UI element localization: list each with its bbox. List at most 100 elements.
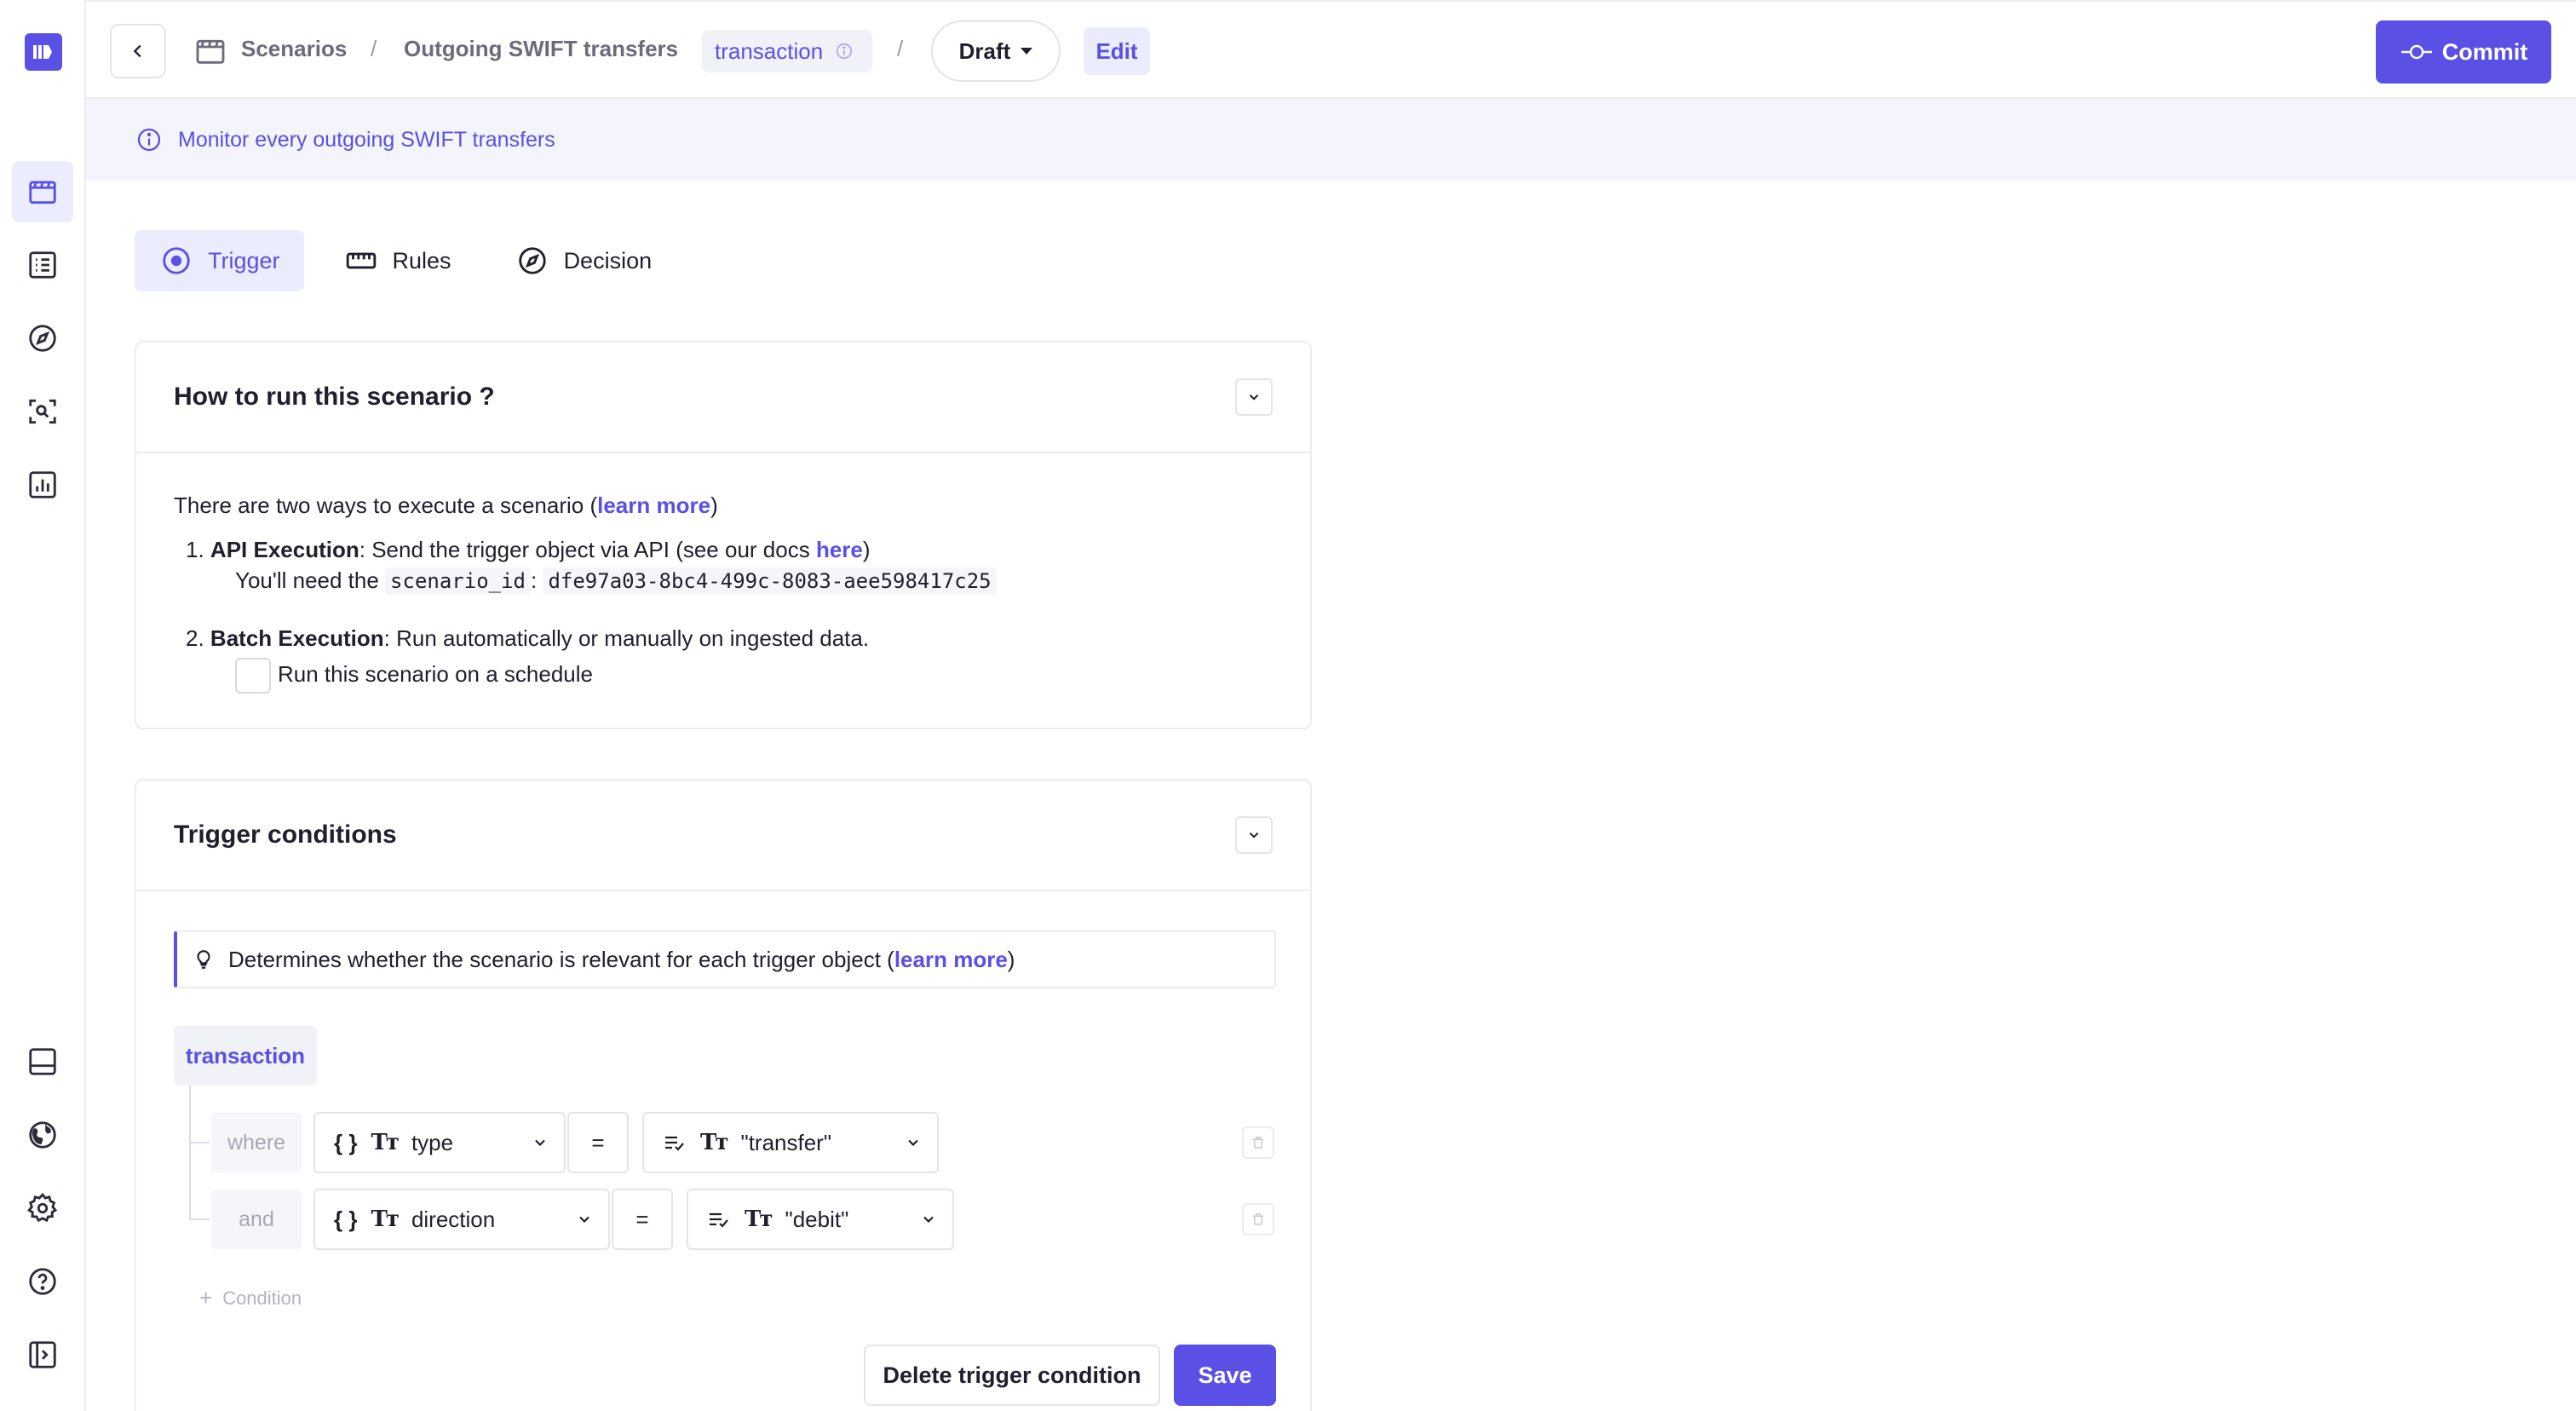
- nav-api[interactable]: [12, 1104, 73, 1166]
- nav-decisions[interactable]: [12, 308, 73, 369]
- plus-icon: +: [199, 1285, 213, 1310]
- list-icon: [29, 251, 56, 279]
- nav-help[interactable]: [12, 1251, 73, 1312]
- scenario-id-key: scenario_id: [385, 567, 531, 595]
- value-text: "debit": [785, 1206, 849, 1232]
- breadcrumb-separator: /: [371, 36, 377, 61]
- schedule-checkbox-label[interactable]: Run this scenario on a schedule: [278, 661, 593, 688]
- condition-keyword: and: [211, 1189, 302, 1249]
- hint-text: Determines whether the scenario is relev…: [228, 947, 1015, 973]
- text-type-icon: Tт: [371, 1207, 399, 1232]
- hint-prefix: Determines whether the scenario is relev…: [228, 946, 894, 972]
- card-header: Trigger conditions: [136, 780, 1310, 891]
- chevron-down-icon: [923, 1216, 934, 1224]
- chevron-down-icon: [1249, 395, 1259, 400]
- delete-condition-button[interactable]: [1242, 1126, 1274, 1159]
- breadcrumb-scenarios[interactable]: Scenarios: [241, 36, 347, 62]
- help-icon: [29, 1268, 56, 1295]
- text-type-icon: Tт: [371, 1130, 399, 1155]
- trigger-hint: Determines whether the scenario is relev…: [174, 930, 1276, 988]
- git-commit-icon: [2401, 44, 2432, 60]
- tree-line: [189, 1086, 191, 1220]
- condition-value-select[interactable]: Tт "transfer": [642, 1112, 939, 1173]
- learn-more-link[interactable]: learn more: [597, 492, 710, 518]
- delete-trigger-condition-button[interactable]: Delete trigger condition: [864, 1345, 1160, 1406]
- nav-scenarios[interactable]: [12, 161, 73, 222]
- schedule-checkbox[interactable]: [235, 658, 271, 694]
- compass-icon: [29, 325, 56, 352]
- nav-analytics[interactable]: [12, 454, 73, 515]
- breadcrumb-separator: /: [897, 36, 904, 61]
- collapse-button[interactable]: [1235, 816, 1273, 854]
- chevron-down-icon: [535, 1139, 545, 1147]
- commit-button[interactable]: Commit: [2376, 20, 2551, 84]
- tab-label: Rules: [392, 247, 451, 274]
- scenario-tabs: Trigger Rules Decision: [135, 230, 676, 291]
- execution-intro: There are two ways to execute a scenario…: [174, 492, 718, 519]
- value-text: "transfer": [740, 1129, 832, 1155]
- app-logo[interactable]: [25, 33, 62, 71]
- nav-case-manager[interactable]: [12, 381, 73, 442]
- api-execution-item: 1. API Execution: Send the trigger objec…: [186, 537, 871, 563]
- text-check-icon: [710, 1212, 728, 1228]
- docs-link[interactable]: here: [816, 537, 863, 562]
- intro-text: There are two ways to execute a scenario…: [174, 492, 598, 518]
- description-banner: Monitor every outgoing SWIFT transfers: [86, 99, 2576, 181]
- collapse-button[interactable]: [1235, 378, 1273, 416]
- batch-execution-text: : Run automatically or manually on inges…: [383, 625, 870, 651]
- breadcrumb-scenario-name[interactable]: Outgoing SWIFT transfers: [404, 36, 678, 62]
- globe-icon: [29, 1121, 56, 1149]
- chevron-left-icon: [133, 44, 141, 58]
- ruler-icon: [346, 252, 376, 269]
- condition-value-select[interactable]: Tт "debit": [687, 1189, 954, 1250]
- edit-mode-badge[interactable]: Edit: [1084, 27, 1150, 75]
- chevron-down-icon: [908, 1139, 918, 1147]
- learn-more-link[interactable]: learn more: [894, 947, 1008, 972]
- sidebar: [0, 0, 86, 1411]
- lightbulb-icon: [197, 950, 210, 969]
- version-select[interactable]: Draft: [931, 20, 1061, 82]
- nav-lists[interactable]: [12, 234, 73, 296]
- scenario-id-value[interactable]: dfe97a03-8bc4-499c-8083-aee598417c25: [543, 567, 997, 595]
- api-execution-title: API Execution: [210, 537, 359, 562]
- field-name: direction: [411, 1206, 496, 1232]
- back-button[interactable]: [110, 24, 166, 78]
- trigger-icon: [163, 247, 190, 274]
- info-icon: [837, 43, 853, 60]
- nav-data[interactable]: [12, 1031, 73, 1092]
- topbar: Scenarios / Outgoing SWIFT transfers tra…: [86, 0, 2576, 99]
- scenario-id-separator: :: [531, 567, 543, 593]
- scenario-id-prefix: You'll need the: [235, 567, 386, 593]
- text-type-icon: Tт: [700, 1130, 728, 1155]
- condition-operator[interactable]: =: [567, 1112, 629, 1173]
- trigger-object-pill: transaction: [174, 1026, 317, 1086]
- tab-trigger[interactable]: Trigger: [135, 230, 304, 291]
- text-check-icon: [665, 1136, 684, 1151]
- chart-icon: [29, 471, 56, 498]
- scenario-id-line: You'll need the scenario_id: dfe97a03-8b…: [235, 567, 997, 595]
- info-icon: [137, 128, 161, 152]
- tab-decision[interactable]: Decision: [491, 230, 676, 291]
- tab-rules[interactable]: Rules: [319, 230, 475, 291]
- trash-icon: [1253, 1137, 1263, 1149]
- intro-suffix: ): [710, 492, 718, 518]
- batch-execution-title: Batch Execution: [210, 625, 384, 651]
- tree-line: [189, 1142, 210, 1143]
- card-title: How to run this scenario ?: [174, 383, 495, 411]
- condition-operator[interactable]: =: [612, 1189, 673, 1250]
- logo-mark-icon: [33, 45, 52, 59]
- delete-condition-button[interactable]: [1242, 1203, 1274, 1235]
- condition-field-select[interactable]: { } Tт type: [313, 1112, 566, 1173]
- add-condition-label: Condition: [222, 1287, 302, 1309]
- save-button[interactable]: Save: [1174, 1345, 1276, 1406]
- trigger-object-badge[interactable]: transaction: [702, 30, 872, 72]
- commit-label: Commit: [2441, 38, 2528, 65]
- nav-toggle-sidebar[interactable]: [12, 1324, 73, 1385]
- nav-settings[interactable]: [12, 1178, 73, 1239]
- chevron-down-icon: [1249, 832, 1259, 838]
- condition-field-select[interactable]: { } Tт direction: [313, 1189, 610, 1250]
- trigger-conditions-card: Trigger conditions Determines whether th…: [135, 779, 1312, 1411]
- add-condition-button[interactable]: + Condition: [199, 1285, 302, 1311]
- field-name: type: [411, 1129, 454, 1155]
- version-label: Draft: [958, 37, 1011, 64]
